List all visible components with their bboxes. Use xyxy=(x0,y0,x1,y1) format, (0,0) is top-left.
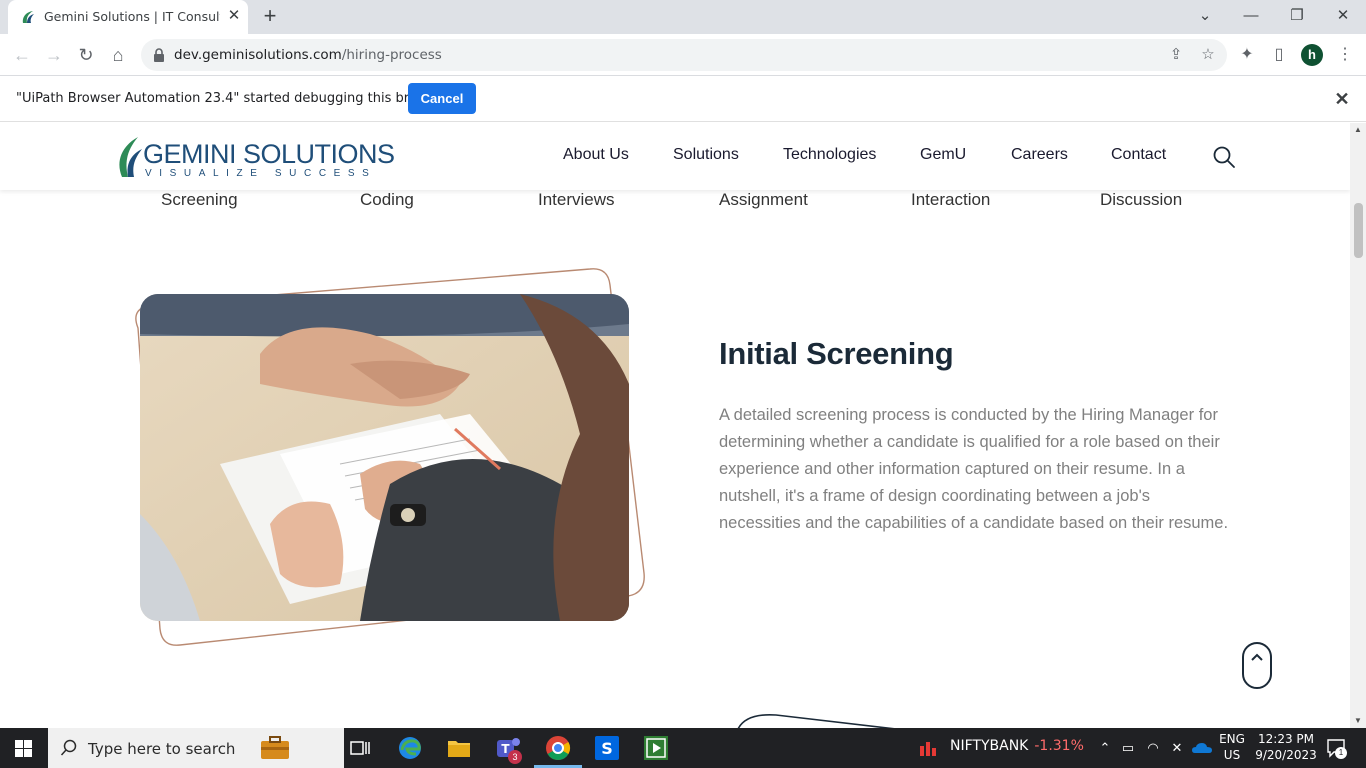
teams-badge: 3 xyxy=(508,750,522,764)
chrome-icon[interactable] xyxy=(544,734,572,762)
back-icon[interactable]: ← xyxy=(10,43,34,67)
nav-contact[interactable]: Contact xyxy=(1111,146,1166,164)
tab-close-icon[interactable]: ✕ xyxy=(226,8,242,24)
nav-about-us[interactable]: About Us xyxy=(563,146,629,164)
tab-title: Gemini Solutions | IT Consulting xyxy=(44,9,220,24)
step-discussion[interactable]: Discussion xyxy=(1100,190,1182,210)
address-bar[interactable]: dev.geminisolutions.com/hiring-process ⇪… xyxy=(141,39,1227,71)
page-viewport: GEMINI SOLUTIONS VISUALIZE SUCCESS About… xyxy=(0,123,1350,728)
taskbar-search-box[interactable]: Type here to search xyxy=(48,728,344,768)
forward-icon[interactable]: → xyxy=(42,43,66,67)
battery-icon[interactable]: ▭ xyxy=(1119,738,1137,758)
nav-technologies[interactable]: Technologies xyxy=(783,146,876,164)
site-header: GEMINI SOLUTIONS VISUALIZE SUCCESS About… xyxy=(0,123,1350,190)
debug-infobar: "UiPath Browser Automation 23.4" started… xyxy=(0,77,1366,122)
scroll-thumb[interactable] xyxy=(1354,203,1363,258)
start-button[interactable] xyxy=(0,728,48,768)
infobar-message: "UiPath Browser Automation 23.4" started… xyxy=(16,91,448,106)
interview-photo xyxy=(140,294,629,621)
lang-code: ENG xyxy=(1219,732,1245,746)
home-icon[interactable]: ⌂ xyxy=(106,43,130,67)
step-interviews[interactable]: Interviews xyxy=(538,190,615,210)
section-title: Initial Screening xyxy=(719,336,954,371)
step-coding[interactable]: Coding xyxy=(360,190,414,210)
leaf-logo-icon xyxy=(119,137,142,177)
uipath-assistant-icon[interactable] xyxy=(642,734,670,762)
section-body: A detailed screening process is conducte… xyxy=(719,406,1229,532)
chevron-up-icon xyxy=(1251,653,1263,661)
logo-tagline: VISUALIZE SUCCESS xyxy=(145,168,377,179)
search-icon[interactable] xyxy=(1212,145,1236,169)
browser-tab[interactable]: Gemini Solutions | IT Consulting ✕ xyxy=(8,0,248,34)
onedrive-icon[interactable] xyxy=(1191,738,1213,758)
menu-kebab-icon[interactable]: ⋮ xyxy=(1334,44,1356,66)
lock-icon xyxy=(154,48,164,62)
bookmark-star-icon[interactable]: ☆ xyxy=(1198,45,1218,65)
page-scrollbar[interactable]: ▲ ▼ xyxy=(1350,123,1366,728)
scroll-up-arrow-icon[interactable]: ▲ xyxy=(1350,123,1366,137)
site-logo[interactable]: GEMINI SOLUTIONS VISUALIZE SUCCESS xyxy=(116,131,395,181)
file-explorer-icon[interactable] xyxy=(445,734,473,762)
teams-icon[interactable]: T 3 xyxy=(494,734,522,764)
edge-icon[interactable] xyxy=(396,734,424,762)
minimize-icon[interactable]: — xyxy=(1236,4,1266,28)
search-icon xyxy=(60,739,77,756)
windows-taskbar: Type here to search T 3 S NIFTYBANK -1.3… xyxy=(0,728,1366,768)
lang-region: US xyxy=(1223,748,1241,762)
wifi-icon[interactable]: ◠ xyxy=(1144,738,1162,758)
windows-logo-icon xyxy=(15,740,32,757)
window-close-icon[interactable]: ✕ xyxy=(1328,4,1358,28)
scroll-to-top-button[interactable] xyxy=(1242,642,1272,689)
gemini-favicon-icon xyxy=(22,11,34,23)
url-domain: dev.geminisolutions.com xyxy=(174,47,342,63)
chevron-up-icon[interactable]: ⌃ xyxy=(1096,738,1114,758)
notification-count: 1 xyxy=(1335,747,1347,759)
stock-change: -1.31% xyxy=(1034,738,1084,754)
volume-muted-icon[interactable]: ✕ xyxy=(1168,738,1186,758)
clock-time: 12:23 PM xyxy=(1258,732,1314,746)
cancel-button[interactable]: Cancel xyxy=(408,83,476,114)
infobar-close-icon[interactable]: ✕ xyxy=(1332,89,1352,109)
browser-toolbar: ← → ↻ ⌂ dev.geminisolutions.com/hiring-p… xyxy=(0,34,1366,76)
task-view-icon[interactable] xyxy=(346,734,374,762)
restore-icon[interactable]: ❐ xyxy=(1282,4,1312,28)
briefcase-icon xyxy=(261,736,289,759)
share-icon[interactable]: ⇪ xyxy=(1166,45,1186,65)
tab-strip: Gemini Solutions | IT Consulting ✕ + ⌄ —… xyxy=(0,0,1366,34)
uipath-studio-icon[interactable]: S xyxy=(593,734,621,762)
logo-wordmark: GEMINI SOLUTIONS xyxy=(143,139,395,169)
step-interaction[interactable]: Interaction xyxy=(911,190,990,210)
url-text: dev.geminisolutions.com/hiring-process xyxy=(174,47,442,63)
tab-search-icon[interactable]: ⌄ xyxy=(1190,4,1220,28)
language-indicator[interactable]: ENG US xyxy=(1218,731,1246,763)
clock-date: 9/20/2023 xyxy=(1255,748,1317,762)
profile-avatar[interactable]: h xyxy=(1301,44,1323,66)
decorative-curve xyxy=(737,713,895,728)
stock-ticker[interactable]: NIFTYBANK -1.31% xyxy=(950,738,1084,754)
step-assignment[interactable]: Assignment xyxy=(719,190,808,210)
taskbar-search-placeholder: Type here to search xyxy=(88,740,236,758)
url-path: /hiring-process xyxy=(341,47,442,63)
stock-name: NIFTYBANK xyxy=(950,738,1029,754)
new-tab-button[interactable]: + xyxy=(258,5,282,29)
step-screening[interactable]: Screening xyxy=(161,190,238,210)
nav-careers[interactable]: Careers xyxy=(1011,146,1068,164)
extensions-icon[interactable]: ✦ xyxy=(1236,44,1258,66)
nav-solutions[interactable]: Solutions xyxy=(673,146,739,164)
notification-center-icon[interactable]: 1 xyxy=(1326,738,1347,759)
reload-icon[interactable]: ↻ xyxy=(74,43,98,67)
stock-chart-icon[interactable] xyxy=(918,738,942,758)
side-panel-icon[interactable]: ▯ xyxy=(1268,44,1290,66)
scroll-down-arrow-icon[interactable]: ▼ xyxy=(1350,714,1366,728)
nav-gemu[interactable]: GemU xyxy=(920,146,966,164)
svg-text:S: S xyxy=(601,739,613,758)
system-clock[interactable]: 12:23 PM 9/20/2023 xyxy=(1248,731,1324,763)
